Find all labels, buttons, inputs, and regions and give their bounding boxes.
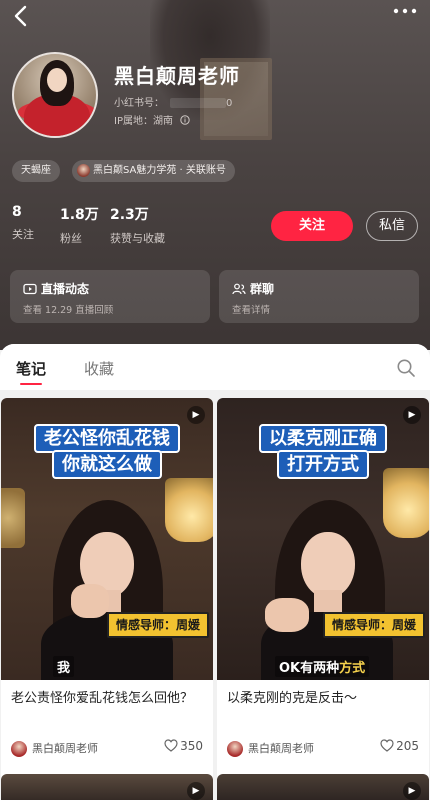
following-count: 8 (12, 204, 22, 220)
search-button[interactable] (396, 358, 416, 378)
subtitle-text: OK有两种 (279, 661, 340, 676)
search-icon (397, 359, 415, 377)
like-count: 350 (180, 739, 203, 753)
live-tv-icon (23, 283, 37, 295)
profile-header: 黑白颠周老师 小红书号： 0 IP属地：湖南 天蝎座 黑白颠SA魅力学苑 · 关联… (0, 0, 430, 350)
message-button[interactable]: 私信 (366, 211, 418, 241)
note-card-next[interactable]: ▶ (1, 774, 213, 800)
likes-count: 2.3万 (110, 207, 149, 223)
more-dots-icon (393, 8, 417, 14)
following-label: 关注 (12, 228, 34, 241)
group-chat-card[interactable]: 群聊 查看详情 (219, 270, 419, 323)
cover-title: 以柔克刚正确 打开方式 (225, 424, 421, 479)
note-cover[interactable]: 以柔克刚正确 打开方式 ▶ 情感导师：周媛 OK有两种方式 (217, 398, 429, 680)
tab-notes[interactable]: 笔记 (16, 358, 46, 385)
follow-button[interactable]: 关注 (271, 211, 353, 241)
more-button[interactable] (390, 2, 420, 22)
mentor-badge: 情感导师：周媛 (106, 612, 209, 638)
live-card-title: 直播动态 (41, 282, 90, 296)
video-play-icon: ▶ (187, 782, 205, 800)
chevron-left-icon (14, 5, 27, 27)
profile-name: 黑白颠周老师 (114, 64, 240, 88)
followers-count: 1.8万 (60, 207, 99, 223)
author-name: 黑白颠周老师 (32, 742, 98, 755)
group-users-icon (232, 283, 246, 295)
note-author[interactable]: 黑白颠周老师 (227, 740, 314, 757)
avatar[interactable] (12, 52, 98, 138)
group-card-title: 群聊 (250, 282, 275, 296)
stat-likes[interactable]: 2.3万 获赞与收藏 (110, 204, 165, 246)
note-card[interactable]: 老公怪你乱花钱 你就这么做 ▶ 情感导师：周媛 我 老公责怪你爱乱花钱怎么回他？… (1, 398, 213, 800)
heart-icon (164, 739, 178, 752)
mentor-badge: 情感导师：周媛 (322, 612, 425, 638)
subtitle-text: 我 (57, 661, 71, 676)
zodiac-tag: 天蝎座 (12, 160, 60, 182)
tab-collect[interactable]: 收藏 (84, 358, 114, 379)
video-subtitle: OK有两种方式 (275, 656, 370, 677)
content-panel: 笔记 收藏 老公怪你乱花钱 你就这么做 ▶ 情感导师：周媛 我 老公责怪你爱乱花… (0, 344, 430, 800)
heart-icon (380, 739, 394, 752)
user-id-suffix: 0 (226, 98, 233, 109)
cover-title-line2: 打开方式 (277, 450, 369, 479)
author-name: 黑白颠周老师 (248, 742, 314, 755)
like-button[interactable]: 205 (380, 739, 419, 753)
tab-bar: 笔记 收藏 (0, 344, 430, 390)
stat-followers[interactable]: 1.8万 粉丝 (60, 204, 99, 246)
linked-account-tag[interactable]: 黑白颠SA魅力学苑 · 关联账号 (72, 160, 235, 182)
cover-title: 老公怪你乱花钱 你就这么做 (9, 424, 205, 479)
note-title[interactable]: 以柔克刚的克是反击～ (227, 688, 419, 710)
video-play-icon: ▶ (403, 782, 421, 800)
info-icon[interactable] (180, 115, 190, 125)
stat-following[interactable]: 8 关注 (12, 204, 34, 242)
video-play-icon: ▶ (187, 406, 205, 424)
user-id-label: 小红书号： (114, 98, 164, 109)
like-count: 205 (396, 739, 419, 753)
author-avatar (227, 741, 243, 757)
cover-title-line1: 老公怪你乱花钱 (34, 424, 180, 453)
like-button[interactable]: 350 (164, 739, 203, 753)
linked-account-label: 黑白颠SA魅力学苑 · 关联账号 (93, 165, 226, 176)
cover-title-line2: 你就这么做 (52, 450, 162, 479)
back-button[interactable] (8, 4, 36, 32)
note-cover[interactable]: 老公怪你乱花钱 你就这么做 ▶ 情感导师：周媛 我 (1, 398, 213, 680)
subtitle-highlight: 方式 (339, 661, 366, 676)
user-id[interactable]: 小红书号： 0 (114, 94, 232, 109)
video-play-icon: ▶ (403, 406, 421, 424)
linked-account-avatar (77, 163, 90, 177)
followers-label: 粉丝 (60, 232, 82, 245)
note-card-next[interactable]: ▶ (217, 774, 429, 800)
ip-location: IP属地：湖南 (114, 112, 190, 127)
note-author[interactable]: 黑白颠周老师 (11, 740, 98, 757)
cover-title-line1: 以柔克刚正确 (259, 424, 387, 453)
video-subtitle: 我 (53, 656, 75, 677)
likes-label: 获赞与收藏 (110, 232, 165, 245)
live-card-subtitle: 查看 12.29 直播回顾 (23, 305, 114, 316)
author-avatar (11, 741, 27, 757)
note-title[interactable]: 老公责怪你爱乱花钱怎么回他？ (11, 688, 203, 710)
live-card[interactable]: 直播动态 查看 12.29 直播回顾 (10, 270, 210, 323)
ip-location-text: IP属地：湖南 (114, 116, 173, 127)
note-card[interactable]: 以柔克刚正确 打开方式 ▶ 情感导师：周媛 OK有两种方式 以柔克刚的克是反击～… (217, 398, 429, 800)
group-card-subtitle: 查看详情 (232, 305, 271, 316)
user-id-masked (170, 98, 226, 108)
